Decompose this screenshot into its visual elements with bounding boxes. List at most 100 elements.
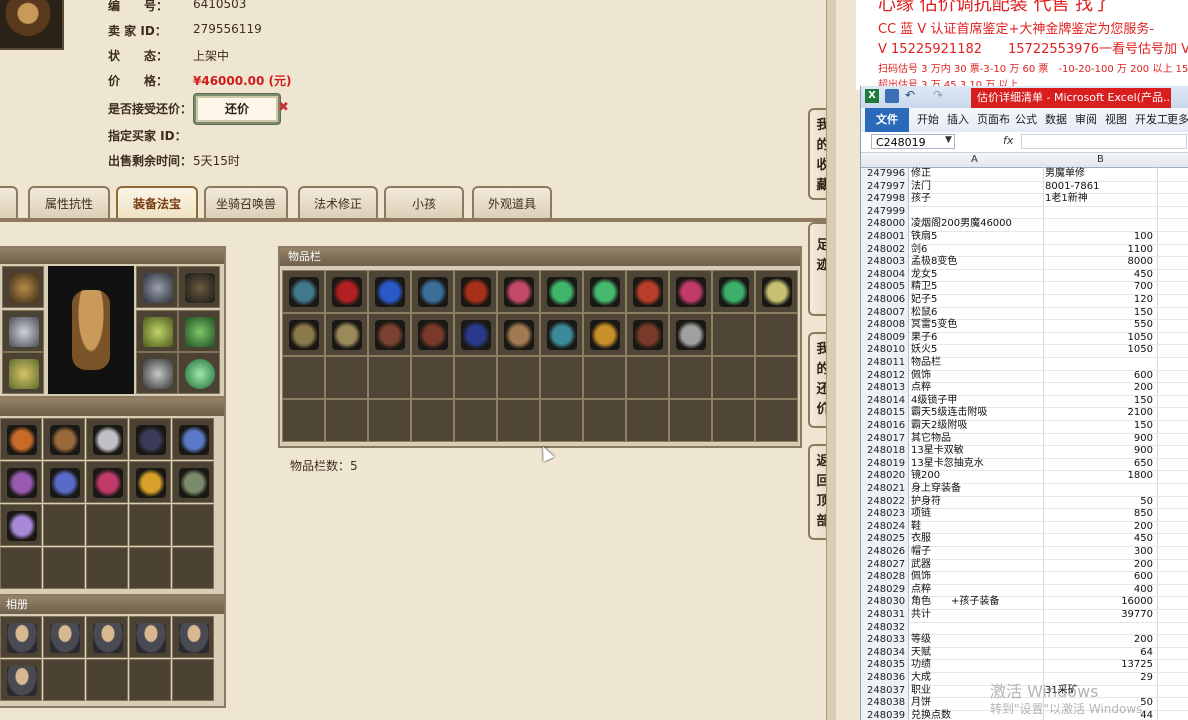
cell-a[interactable]: 剑6 (911, 244, 1043, 257)
page-scrollbar[interactable] (826, 0, 836, 720)
inventory-slot[interactable] (454, 270, 497, 313)
backpack-slot[interactable] (86, 461, 128, 503)
tab-attributes[interactable]: 属性抗性 (28, 186, 110, 218)
row-number[interactable]: 248038 (861, 697, 909, 710)
row-number[interactable]: 248026 (861, 546, 909, 559)
cell-a[interactable]: 13星卡双敏 (911, 445, 1043, 458)
inventory-slot[interactable] (583, 399, 626, 442)
backpack-slot[interactable] (86, 547, 128, 589)
row-number[interactable]: 248022 (861, 495, 909, 509)
row-number[interactable]: 248018 (861, 445, 909, 458)
row-number[interactable]: 248025 (861, 533, 909, 546)
inventory-slot[interactable] (583, 270, 626, 313)
cell-b[interactable]: 200 (1045, 382, 1153, 395)
backpack-slot[interactable] (0, 504, 42, 546)
inventory-slot[interactable] (282, 313, 325, 356)
inventory-slot[interactable] (540, 313, 583, 356)
inventory-slot[interactable] (583, 356, 626, 399)
inventory-slot[interactable] (497, 313, 540, 356)
backpack-slot[interactable] (43, 461, 85, 503)
row-number[interactable]: 248010 (861, 344, 909, 357)
cell-b[interactable]: 200 (1045, 521, 1153, 534)
cell-b[interactable]: 650 (1045, 458, 1153, 471)
row-number[interactable]: 248015 (861, 407, 909, 420)
row-number[interactable]: 248003 (861, 256, 909, 269)
sheet-row[interactable]: 248033 等级 200 (861, 634, 1188, 648)
cell-a[interactable]: 角色 +孩子装备 (911, 596, 1043, 609)
cell-b[interactable]: 600 (1045, 370, 1153, 383)
column-a-header[interactable]: A (971, 154, 978, 165)
sheet-row[interactable]: 248028 佩饰 600 (861, 571, 1188, 585)
row-number[interactable]: 248029 (861, 583, 909, 597)
sheet-row[interactable]: 248006 妃子5 120 (861, 294, 1188, 308)
cell-b[interactable]: 600 (1045, 571, 1153, 584)
cell-a[interactable]: 帽子 (911, 546, 1043, 559)
backpack-slot[interactable] (172, 418, 214, 460)
ribbon-insert[interactable]: 插入 (947, 108, 969, 132)
cell-a[interactable]: 鞋 (911, 521, 1043, 534)
album-slot[interactable] (129, 659, 171, 701)
ribbon-review[interactable]: 审阅 (1075, 108, 1097, 132)
inventory-slot[interactable] (454, 399, 497, 442)
sheet-row[interactable]: 248016 霸天2级附吸 150 (861, 420, 1188, 434)
row-number[interactable]: 248005 (861, 281, 909, 294)
row-number[interactable]: 248017 (861, 432, 909, 446)
cell-a[interactable]: 物品栏 (911, 357, 1043, 370)
ribbon-data[interactable]: 数据 (1045, 108, 1067, 132)
cell-b[interactable]: 50 (1045, 496, 1153, 509)
row-number[interactable]: 248013 (861, 382, 909, 395)
backpack-slot[interactable] (172, 504, 214, 546)
cell-a[interactable]: 镜200 (911, 470, 1043, 483)
row-number[interactable]: 247996 (861, 168, 909, 181)
cell-b[interactable]: 8000 (1045, 256, 1153, 269)
inventory-slot[interactable] (454, 356, 497, 399)
backpack-slot[interactable] (43, 504, 85, 546)
inventory-slot[interactable] (282, 399, 325, 442)
sheet-row[interactable]: 248026 帽子 300 (861, 546, 1188, 560)
row-number[interactable]: 247997 (861, 180, 909, 194)
inventory-slot[interactable] (712, 313, 755, 356)
inventory-slot[interactable] (712, 270, 755, 313)
cell-a[interactable]: 佩饰 (911, 370, 1043, 383)
cell-b[interactable]: 400 (1045, 584, 1153, 597)
tab-spell-mods[interactable]: 法术修正 (298, 186, 378, 218)
sheet-row[interactable]: 248020 镜200 1800 (861, 470, 1188, 484)
sheet-row[interactable]: 248003 孟极8变色 8000 (861, 256, 1188, 270)
cell-b[interactable]: 850 (1045, 508, 1153, 521)
inventory-slot[interactable] (626, 356, 669, 399)
sheet-row[interactable]: 248011 物品栏 (861, 357, 1188, 371)
sheet-row[interactable]: 248025 衣服 450 (861, 533, 1188, 547)
cell-b[interactable]: 2100 (1045, 407, 1153, 420)
tab-basic-info[interactable]: 息 (0, 186, 18, 218)
cell-a[interactable]: 等级 (911, 634, 1043, 647)
inventory-slot[interactable] (325, 270, 368, 313)
formula-input[interactable] (1021, 134, 1187, 149)
inventory-slot[interactable] (368, 399, 411, 442)
fx-icon[interactable]: fx (1003, 134, 1013, 147)
backpack-slot[interactable] (43, 547, 85, 589)
cell-b[interactable]: 900 (1045, 433, 1153, 446)
cell-b[interactable]: 900 (1045, 445, 1153, 458)
cell-b[interactable]: 13725 (1045, 659, 1153, 672)
row-number[interactable]: 248012 (861, 369, 909, 383)
row-number[interactable]: 248027 (861, 558, 909, 572)
album-slot[interactable] (43, 659, 85, 701)
cell-b[interactable]: 150 (1045, 420, 1153, 433)
ribbon-more[interactable]: 更多 (1167, 108, 1188, 132)
sheet-row[interactable]: 248001 铁扇5 100 (861, 231, 1188, 245)
row-number[interactable]: 248037 (861, 684, 909, 698)
row-number[interactable]: 248030 (861, 596, 909, 609)
inventory-slot[interactable] (497, 356, 540, 399)
row-number[interactable]: 248006 (861, 294, 909, 307)
row-number[interactable]: 248009 (861, 331, 909, 345)
cell-a[interactable]: 共计 (911, 609, 1043, 622)
cell-b[interactable]: 1050 (1045, 332, 1153, 345)
row-number[interactable]: 248023 (861, 508, 909, 521)
row-number[interactable]: 248020 (861, 470, 909, 483)
cell-a[interactable]: 孟极8变色 (911, 256, 1043, 269)
cell-b[interactable]: 64 (1045, 647, 1153, 660)
ribbon-page-layout[interactable]: 页面布 (977, 108, 1010, 132)
inventory-slot[interactable] (540, 356, 583, 399)
row-number[interactable]: 248016 (861, 420, 909, 433)
album-slot[interactable] (0, 659, 42, 701)
